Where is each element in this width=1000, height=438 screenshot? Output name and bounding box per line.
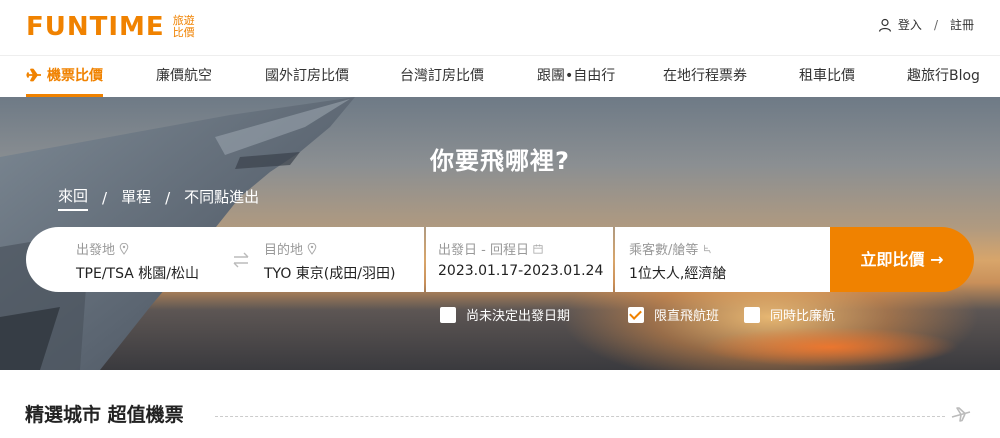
- register-link[interactable]: 註冊: [950, 16, 974, 33]
- section-divider: [215, 416, 945, 417]
- date-value: 2023.01.17-2023.01.24: [438, 263, 604, 279]
- site-header: FUNTIME 旅遊 比價 登入 / 註冊: [0, 0, 1000, 56]
- nav-item-flights[interactable]: 機票比價: [26, 56, 103, 97]
- option-direct-only[interactable]: 限直飛航班: [628, 305, 719, 324]
- trip-type-tabs: 來回 / 單程 / 不同點進出: [58, 185, 259, 211]
- option-label: 尚未決定出發日期: [466, 309, 571, 324]
- airplane-icon: [26, 68, 41, 82]
- tab-one-way[interactable]: 單程: [121, 186, 151, 210]
- brand-name: FUNTIME: [26, 12, 165, 42]
- destination-label-text: 目的地: [264, 243, 304, 258]
- tab-separator: /: [102, 189, 108, 207]
- option-label: 同時比廉航: [770, 309, 836, 324]
- origin-label: 出發地: [76, 239, 129, 258]
- location-pin-icon: [119, 243, 129, 255]
- seat-icon: [704, 244, 712, 254]
- tab-round-trip[interactable]: 來回: [58, 185, 89, 211]
- login-link[interactable]: 登入: [898, 16, 922, 33]
- user-icon: [878, 18, 892, 32]
- option-include-lcc[interactable]: 同時比廉航: [744, 305, 835, 324]
- nav-item-car-rental[interactable]: 租車比價: [799, 56, 855, 97]
- checkbox-direct-only[interactable]: [628, 306, 644, 323]
- brand-sub-2: 比價: [172, 26, 195, 39]
- passenger-class-field[interactable]: 乘客數/艙等 1位大人,經濟艙: [615, 227, 830, 292]
- option-label: 限直飛航班: [654, 309, 720, 324]
- swap-icon[interactable]: [231, 250, 251, 270]
- origin-label-text: 出發地: [76, 243, 116, 258]
- tab-multi-city[interactable]: 不同點進出: [184, 186, 259, 210]
- destination-label: 目的地: [264, 239, 317, 258]
- airplane-icon: [951, 407, 971, 422]
- tab-separator: /: [165, 189, 171, 207]
- date-label-text: 出發日 - 回程日: [438, 243, 529, 258]
- nav-item-blog[interactable]: 趣旅行Blog: [907, 56, 980, 97]
- flight-search-form: 出發地 TPE/TSA 桃園/松山 目的地 TYO 東京(成田/羽田) 出發日 …: [26, 227, 974, 292]
- calendar-icon: [533, 244, 543, 254]
- section-title: 精選城市 超值機票: [25, 404, 184, 426]
- route-fields: 出發地 TPE/TSA 桃園/松山 目的地 TYO 東京(成田/羽田): [26, 227, 424, 292]
- nav-item-label: 機票比價: [47, 68, 103, 84]
- auth-separator: /: [933, 17, 938, 32]
- nav-item-taiwan-hotels[interactable]: 台灣訂房比價: [400, 56, 484, 97]
- option-flexible-dates[interactable]: 尚未決定出發日期: [440, 305, 570, 324]
- date-label: 出發日 - 回程日: [438, 239, 543, 258]
- location-pin-icon: [307, 243, 317, 255]
- auth-links: 登入 / 註冊: [878, 16, 974, 33]
- checkbox-flexible-dates[interactable]: [440, 306, 456, 323]
- origin-value: TPE/TSA 桃園/松山: [76, 266, 199, 282]
- nav-item-overseas-hotels[interactable]: 國外訂房比價: [265, 56, 349, 97]
- brand-logo[interactable]: FUNTIME 旅遊 比價: [26, 12, 195, 42]
- date-range-field[interactable]: 出發日 - 回程日 2023.01.17-2023.01.24: [426, 227, 613, 292]
- main-nav: 機票比價 廉價航空 國外訂房比價 台灣訂房比價 跟團•自由行 在地行程票券 租車…: [0, 56, 1000, 97]
- search-button[interactable]: 立即比價 →: [830, 227, 974, 292]
- brand-tagline: 旅遊 比價: [173, 15, 195, 39]
- passenger-label-text: 乘客數/艙等: [629, 243, 699, 258]
- hero-title: 你要飛哪裡?: [430, 147, 570, 175]
- passenger-label: 乘客數/艙等: [629, 239, 712, 258]
- nav-item-tours[interactable]: 跟團•自由行: [537, 56, 615, 97]
- checkbox-include-lcc[interactable]: [744, 306, 760, 323]
- passenger-value: 1位大人,經濟艙: [629, 266, 727, 282]
- nav-item-budget-airlines[interactable]: 廉價航空: [156, 56, 212, 97]
- hero-banner: 你要飛哪裡? 來回 / 單程 / 不同點進出 出發地 TPE/TSA 桃園/松山…: [0, 97, 1000, 370]
- nav-item-local-tickets[interactable]: 在地行程票券: [663, 56, 747, 97]
- destination-value: TYO 東京(成田/羽田): [264, 266, 396, 282]
